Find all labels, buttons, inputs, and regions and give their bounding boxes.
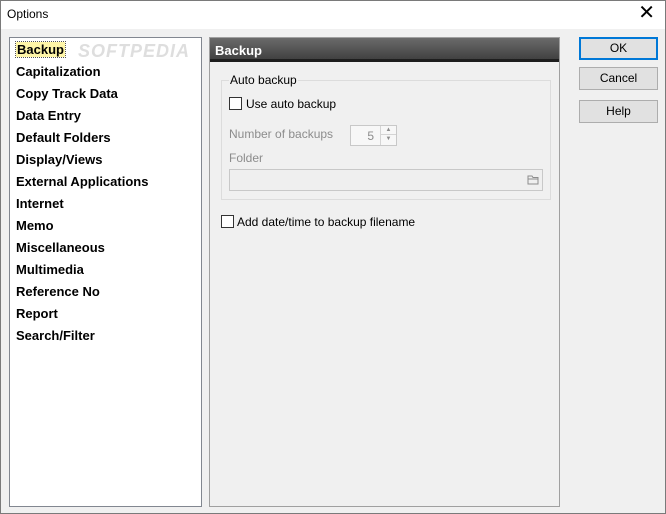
category-item-display-views[interactable]: Display/Views — [16, 152, 102, 167]
use-auto-backup-label[interactable]: Use auto backup — [246, 97, 336, 111]
close-icon[interactable]: ✕ — [638, 3, 655, 23]
category-label: Default Folders — [16, 130, 111, 145]
category-item-external-applications[interactable]: External Applications — [16, 174, 148, 189]
folder-label: Folder — [229, 151, 264, 165]
category-item-internet[interactable]: Internet — [16, 196, 64, 211]
category-item-copy-track-data[interactable]: Copy Track Data — [16, 86, 118, 101]
window-title: Options — [7, 7, 49, 21]
category-label: Internet — [16, 196, 64, 211]
stepper-buttons: ▲ ▼ — [380, 126, 396, 145]
arrow-down-icon[interactable]: ▼ — [381, 135, 396, 144]
arrow-up-icon[interactable]: ▲ — [381, 126, 396, 135]
group-title: Auto backup — [229, 73, 298, 87]
number-of-backups-label: Number of backups — [229, 127, 334, 141]
settings-panel: Backup Auto backup Use auto backup Numbe… — [209, 37, 560, 507]
category-item-default-folders[interactable]: Default Folders — [16, 130, 111, 145]
category-label: Capitalization — [16, 64, 101, 79]
add-datetime-label[interactable]: Add date/time to backup filename — [237, 215, 415, 229]
category-item-miscellaneous[interactable]: Miscellaneous — [16, 240, 105, 255]
ok-button[interactable]: OK — [579, 37, 658, 60]
category-label: Display/Views — [16, 152, 103, 167]
add-datetime-checkbox[interactable] — [221, 215, 234, 228]
auto-backup-group: Auto backup Use auto backup Number of ba… — [221, 73, 551, 200]
options-dialog: Options ✕ Backup Capitalization Copy Tra… — [0, 0, 666, 514]
category-label: Copy Track Data — [16, 86, 118, 101]
category-label: Search/Filter — [16, 328, 95, 343]
category-item-data-entry[interactable]: Data Entry — [16, 108, 81, 123]
watermark: SOFTPEDIA — [78, 41, 191, 61]
category-label: Data Entry — [16, 108, 82, 123]
folder-icon[interactable] — [527, 174, 539, 185]
category-label: External Applications — [16, 174, 149, 189]
category-label: Backup — [15, 41, 66, 58]
number-of-backups-stepper[interactable]: 5 ▲ ▼ — [350, 125, 397, 146]
folder-field[interactable] — [229, 169, 543, 191]
title-bar: Options ✕ — [1, 1, 665, 29]
section-header: Backup — [210, 38, 559, 62]
number-of-backups-value: 5 — [367, 129, 374, 143]
category-label: Multimedia — [16, 262, 84, 277]
category-item-backup[interactable]: Backup — [15, 41, 66, 58]
category-label: Reference No — [16, 284, 100, 299]
category-item-search-filter[interactable]: Search/Filter — [16, 328, 95, 343]
use-auto-backup-checkbox[interactable] — [229, 97, 242, 110]
help-button[interactable]: Help — [579, 100, 658, 123]
category-list: Backup Capitalization Copy Track Data Da… — [9, 37, 202, 507]
category-item-reference-no[interactable]: Reference No — [16, 284, 100, 299]
category-item-multimedia[interactable]: Multimedia — [16, 262, 84, 277]
category-item-memo[interactable]: Memo — [16, 218, 54, 233]
category-item-report[interactable]: Report — [16, 306, 58, 321]
category-label: Memo — [16, 218, 54, 233]
category-label: Miscellaneous — [16, 240, 105, 255]
cancel-button[interactable]: Cancel — [579, 67, 658, 90]
category-label: Report — [16, 306, 58, 321]
category-item-capitalization[interactable]: Capitalization — [16, 64, 101, 79]
